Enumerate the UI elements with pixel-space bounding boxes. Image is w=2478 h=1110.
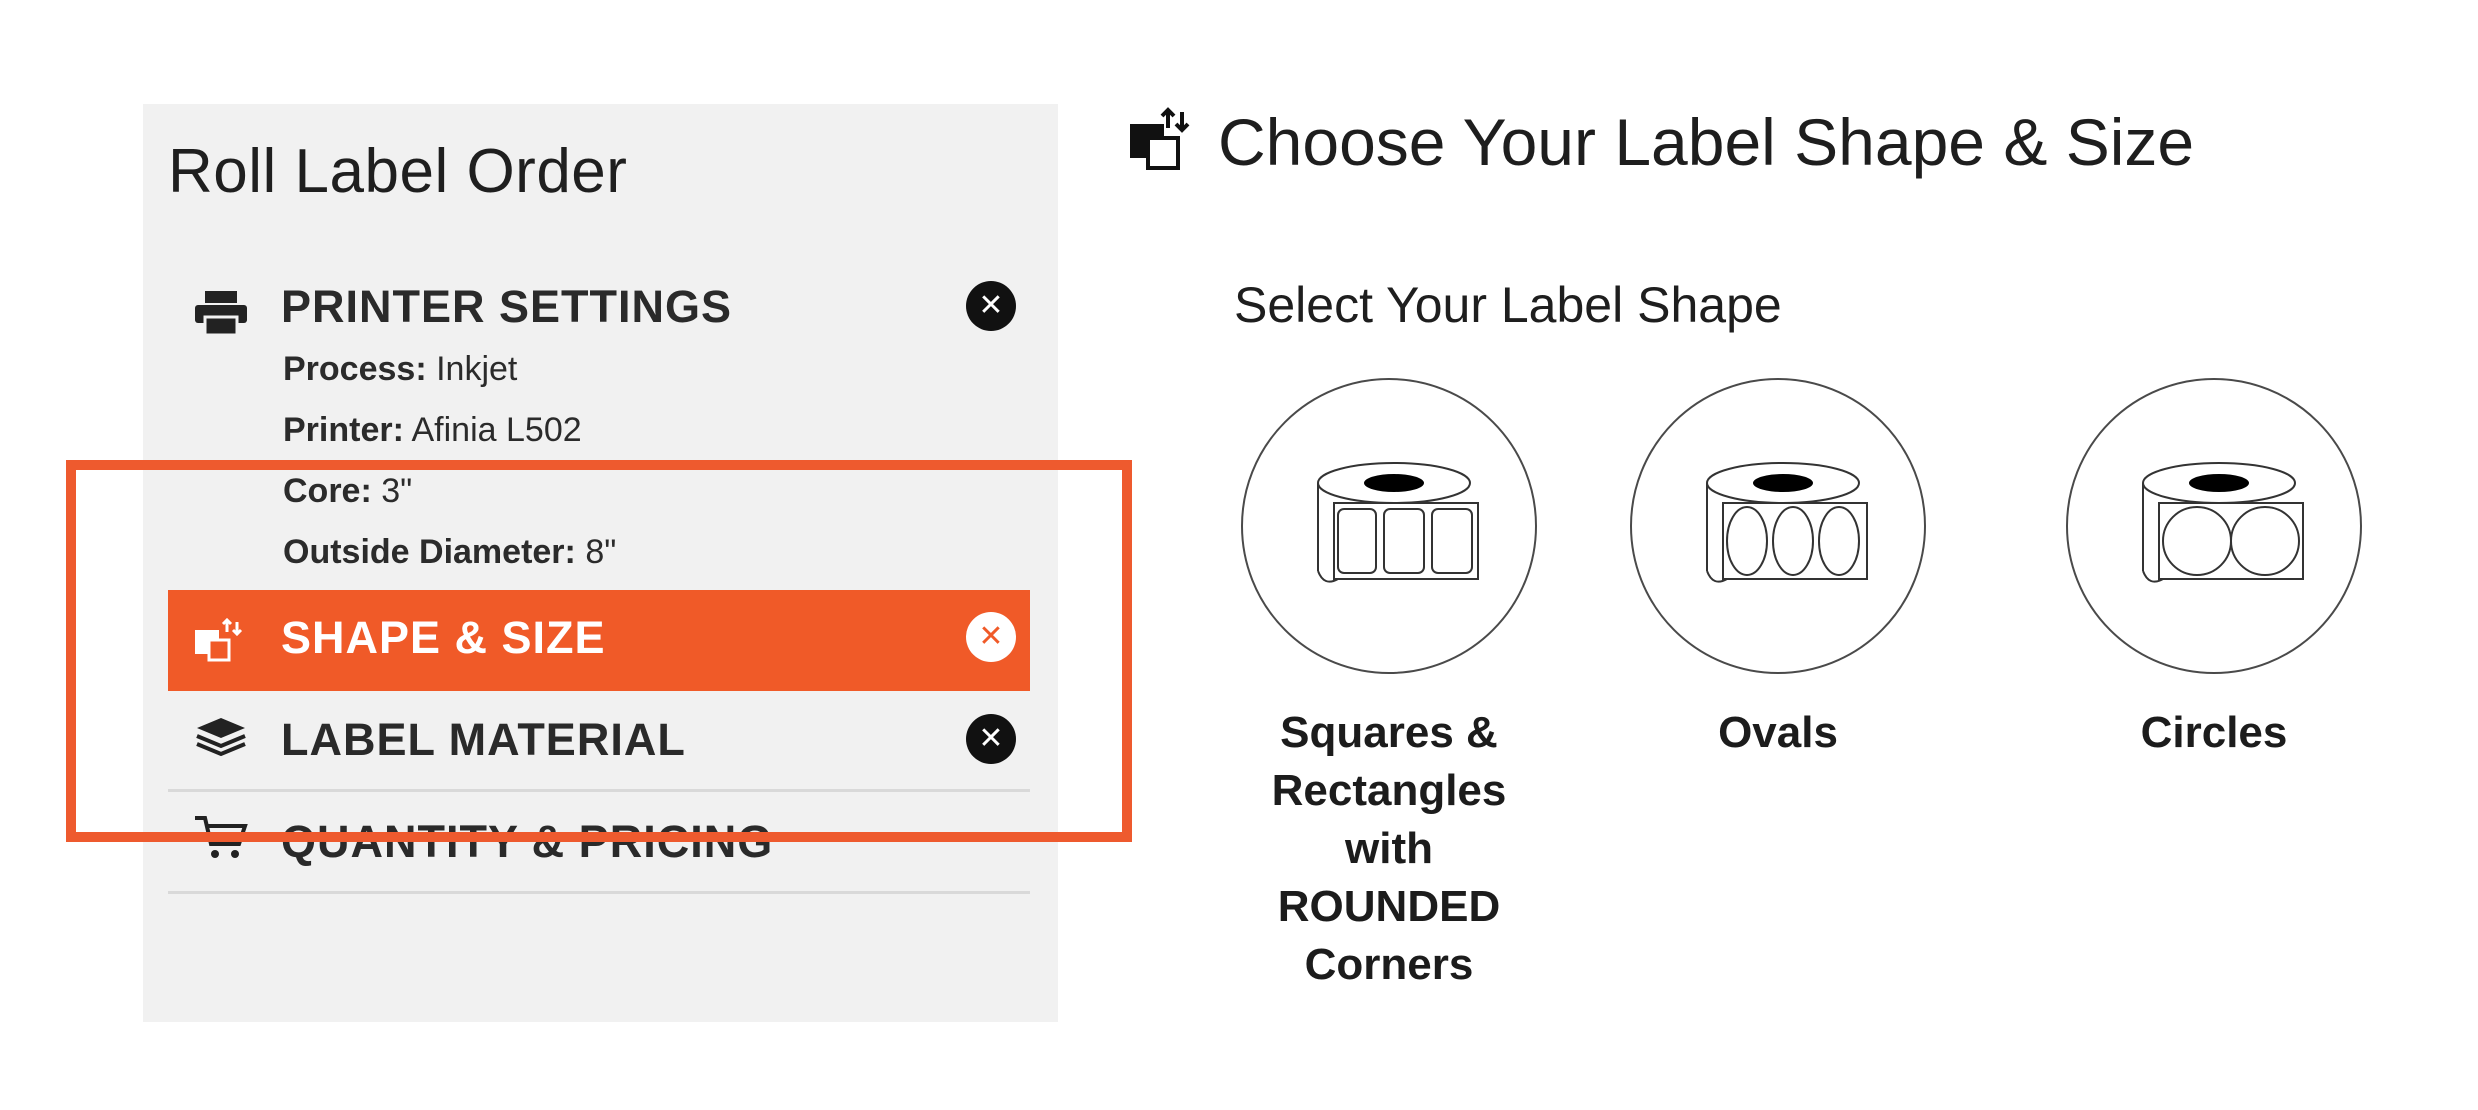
rounded-rectangles-roll-icon [1317,462,1479,583]
printer-details: Process: Inkjet Printer: Afinia L502 Cor… [283,339,616,583]
shape-option-circles[interactable]: Circles [2024,378,2404,762]
step-label-printer-settings: PRINTER SETTINGS [281,281,733,332]
shape-size-icon [195,617,243,662]
remove-shape-size-button[interactable]: ✕ [966,612,1016,662]
printer-icon [195,291,247,337]
shape-option-circle[interactable] [2066,378,2362,674]
step-quantity-pricing[interactable]: QUANTITY & PRICING [168,794,1030,894]
step-label-shape-size: SHAPE & SIZE [281,612,606,663]
step-printer-settings[interactable]: PRINTER SETTINGS ✕ Process: Inkjet Print… [168,259,1030,585]
shape-option-circle[interactable] [1630,378,1926,674]
section-subtitle: Select Your Label Shape [1234,277,1782,333]
shape-option-circle[interactable] [1241,378,1537,674]
shape-label: Ovals [1718,708,1838,757]
shape-size-icon [1130,107,1190,170]
circles-roll-icon [2142,462,2304,583]
sidebar-title: Roll Label Order [168,137,628,206]
detail-outside-diameter: Outside Diameter: 8" [283,533,617,571]
shape-option-ovals[interactable]: Ovals [1588,378,1968,762]
remove-label-material-button[interactable]: ✕ [966,714,1016,764]
remove-printer-settings-button[interactable]: ✕ [966,281,1016,331]
shape-option-rounded-rectangles[interactable]: Squares & Rectangles with ROUNDED Corner… [1199,378,1579,994]
step-label-label-material: LABEL MATERIAL [281,714,686,765]
ovals-roll-icon [1706,462,1868,583]
layers-icon [196,718,246,757]
page-title: Choose Your Label Shape & Size [1218,105,2195,179]
cart-icon [195,816,248,858]
step-label-material[interactable]: LABEL MATERIAL ✕ [168,692,1030,792]
shape-label: Circles [2140,708,2288,757]
detail-printer: Printer: Afinia L502 [283,411,582,449]
shape-label: Squares & Rectangles with ROUNDED Corner… [1271,708,1507,989]
detail-core: Core: 3" [283,472,413,510]
step-label-quantity-pricing: QUANTITY & PRICING [281,816,774,867]
order-sidebar: Roll Label Order PRINTER SETTINGS ✕ Proc… [143,104,1058,1022]
detail-process: Process: Inkjet [283,350,518,388]
step-shape-size[interactable]: SHAPE & SIZE ✕ [168,590,1030,691]
